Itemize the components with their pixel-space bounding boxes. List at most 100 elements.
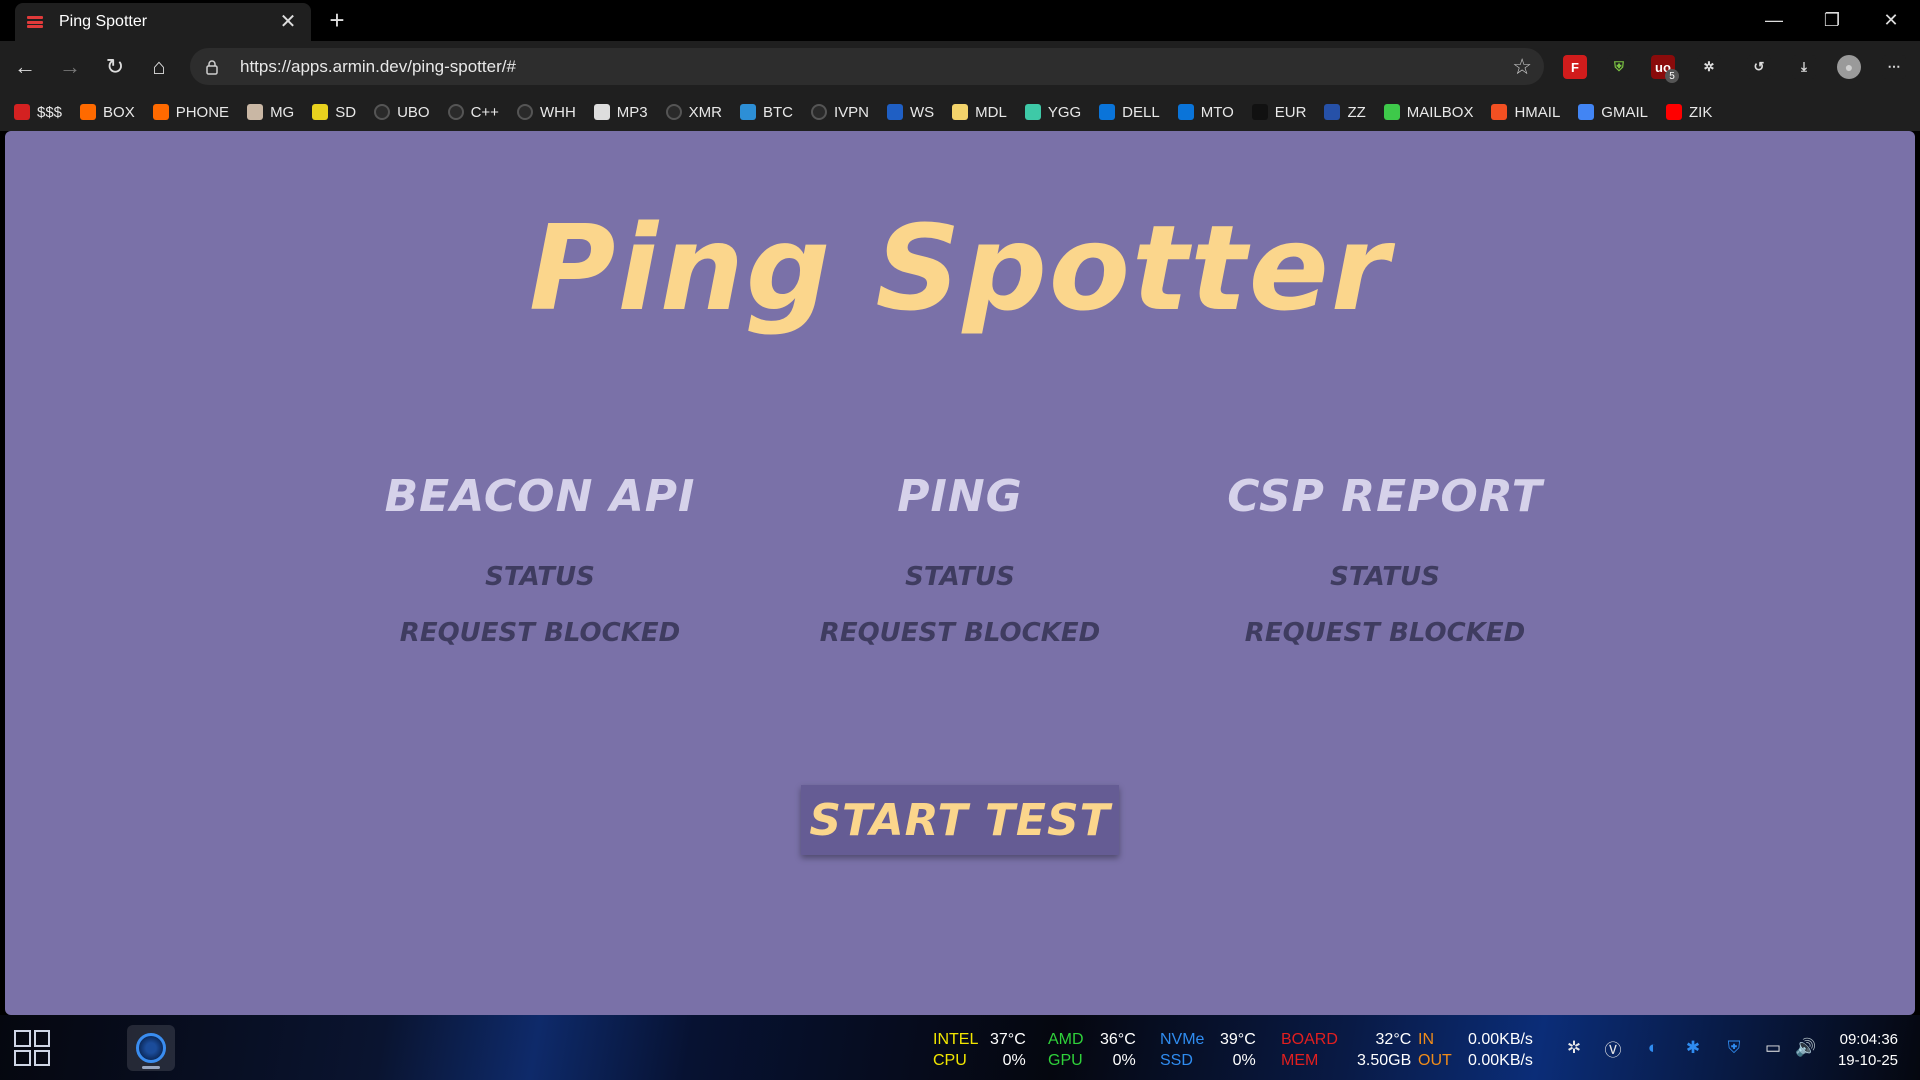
status-label: Status (905, 562, 1015, 592)
bookmark-mailbox[interactable]: MAILBOX (1383, 103, 1474, 121)
column-title: CSP Report (1227, 471, 1543, 522)
bookmark-label: MAILBOX (1406, 103, 1474, 121)
bookmark-sd[interactable]: SD (312, 104, 356, 121)
beacon-api-column: Beacon API Status Request Blocked (320, 471, 760, 648)
bookmark-favicon-icon (447, 104, 464, 120)
title-bar: Ping Spotter ✕ + — ❐ ✕ (0, 0, 1920, 41)
bookmark-label: WHH (539, 103, 576, 121)
download-icon[interactable]: ⤓ (1792, 55, 1816, 79)
bookmark-mdl[interactable]: MDL (952, 104, 1007, 121)
clock-date: 19-10-25 (1837, 1052, 1898, 1069)
bookmark-hmail[interactable]: HMAIL (1491, 104, 1560, 121)
bookmark-favicon-icon (952, 104, 969, 120)
bookmark-zz[interactable]: ZZ (1324, 104, 1366, 121)
minimize-button[interactable]: — (1745, 0, 1803, 41)
bookmark-label: DELL (1122, 103, 1160, 121)
display-icon[interactable]: ▭ (1762, 1037, 1784, 1059)
bookmark-favicon-icon (1383, 104, 1400, 120)
bookmark-label: XMR (688, 103, 722, 121)
sensor-values: 36°C 0% (1100, 1029, 1136, 1071)
bookmark-eur[interactable]: EUR (1251, 104, 1306, 121)
sensor-labels: INTEL CPU (933, 1029, 978, 1071)
bookmark-btc[interactable]: BTC (739, 104, 793, 121)
bookmark-favicon-icon (810, 104, 827, 120)
bookmark-c[interactable]: C++ (447, 104, 499, 121)
bookmark-ws[interactable]: WS (886, 103, 935, 121)
edge-icon[interactable]: ◐ (1642, 1037, 1664, 1059)
status-result: Request Blocked (1244, 618, 1526, 648)
bookmark-favicon-icon (80, 104, 97, 120)
bookmark-favicon-icon (14, 104, 30, 120)
address-bar[interactable]: https://apps.armin.dev/ping-spotter/# ☆ (190, 48, 1544, 85)
sensor-labels: IN OUT (1418, 1029, 1452, 1071)
bookmark-gmail[interactable]: GMAIL (1578, 104, 1648, 121)
back-button[interactable]: ← (9, 51, 41, 83)
bookmark-mp3[interactable]: MP3 (593, 104, 648, 121)
system-clock[interactable]: 09:04:36 19-10-25 (1838, 1029, 1898, 1071)
bookmark-star-icon[interactable]: ☆ (1512, 54, 1532, 80)
taskbar-browser-app[interactable] (127, 1025, 175, 1071)
sensor-labels: BOARD MEM (1281, 1029, 1338, 1071)
tab-close-icon[interactable]: ✕ (277, 12, 299, 32)
puzzle-icon[interactable]: ✲ (1697, 55, 1721, 79)
status-label: Status (485, 562, 595, 592)
bookmark-label: GMAIL (1601, 103, 1648, 121)
bookmark-ubo[interactable]: UBO (374, 104, 430, 121)
sensor-values: 39°C 0% (1220, 1029, 1256, 1071)
profile-icon[interactable]: ● (1837, 55, 1861, 79)
ping-column: Ping Status Request Blocked (740, 471, 1180, 648)
restore-button[interactable]: ❐ (1803, 0, 1861, 41)
bookmark-phone[interactable]: PHONE (152, 104, 229, 121)
bookmark-box[interactable]: BOX (80, 104, 135, 121)
defender-icon[interactable]: ⛨ (1723, 1037, 1745, 1059)
menu-icon[interactable]: ⋯ (1882, 55, 1906, 79)
vpn-icon[interactable]: Ⓥ (1602, 1037, 1624, 1060)
bookmark-whh[interactable]: WHH (516, 103, 576, 121)
start-test-button[interactable]: Start Test (801, 785, 1119, 855)
bookmark-favicon-icon (1177, 104, 1194, 120)
bookmark-favicon-icon (1665, 104, 1682, 120)
reload-button[interactable]: ↻ (99, 51, 131, 83)
clock-time: 09:04:36 (1839, 1031, 1898, 1048)
sensor-top-value: 36°C (1100, 1031, 1136, 1048)
home-button[interactable]: ⌂ (143, 51, 175, 83)
bookmark-label: BOX (103, 103, 135, 121)
bookmark-label: UBO (397, 103, 430, 121)
url-text[interactable]: https://apps.armin.dev/ping-spotter/# (240, 57, 516, 77)
bookmark-money[interactable]: $$$ (14, 104, 62, 121)
forward-button[interactable]: → (54, 51, 86, 83)
lock-icon[interactable] (204, 59, 220, 75)
new-tab-button[interactable]: + (322, 5, 352, 35)
extension-badge: 5 (1665, 69, 1679, 83)
bookmark-label: MG (270, 103, 295, 121)
csp-report-column: CSP Report Status Request Blocked (1165, 471, 1605, 648)
sensor-bottom-label: MEM (1281, 1052, 1319, 1069)
bookmark-dell[interactable]: DELL (1099, 104, 1160, 121)
bookmark-xmr[interactable]: XMR (665, 103, 722, 121)
bookmark-label: ZIK (1688, 103, 1713, 121)
bookmark-favicon-icon (1024, 104, 1041, 120)
history-icon[interactable]: ↺ (1747, 55, 1771, 79)
bookmark-ygg[interactable]: YGG (1024, 104, 1081, 121)
bookmark-mg[interactable]: MG (247, 104, 294, 121)
start-menu-icon[interactable] (14, 1030, 50, 1066)
bookmark-favicon-icon (1324, 104, 1341, 120)
page-title: Ping Spotter (528, 199, 1392, 337)
bluetooth-icon[interactable]: ✱ (1682, 1037, 1704, 1059)
shield-ext-icon[interactable]: ⛨ (1607, 55, 1631, 79)
bookmark-zik[interactable]: ZIK (1665, 103, 1713, 121)
sensor-bottom-label: GPU (1048, 1052, 1083, 1069)
bookmark-label: WS (909, 103, 935, 121)
browser-tab[interactable]: Ping Spotter ✕ (15, 3, 311, 41)
bookmarks-bar: $$$ BOX PHONE MG SD UBO C++ WHH MP3 XMR BTC IVPN WS M… (0, 93, 1920, 131)
bookmark-favicon-icon (152, 104, 169, 120)
bookmark-favicon-icon (374, 104, 391, 120)
bookmark-ivpn[interactable]: IVPN (810, 104, 869, 121)
close-window-button[interactable]: ✕ (1862, 0, 1920, 41)
bookmark-favicon-icon (593, 104, 610, 120)
flashcard-icon[interactable]: F (1563, 55, 1587, 79)
bookmark-mto[interactable]: MTO (1177, 104, 1234, 121)
volume-icon[interactable]: 🔊 (1795, 1037, 1817, 1059)
network-activity-icon[interactable]: ✲ (1563, 1037, 1585, 1059)
browser-toolbar: ← → ↻ ⌂ https://apps.armin.dev/ping-spot… (0, 41, 1920, 93)
